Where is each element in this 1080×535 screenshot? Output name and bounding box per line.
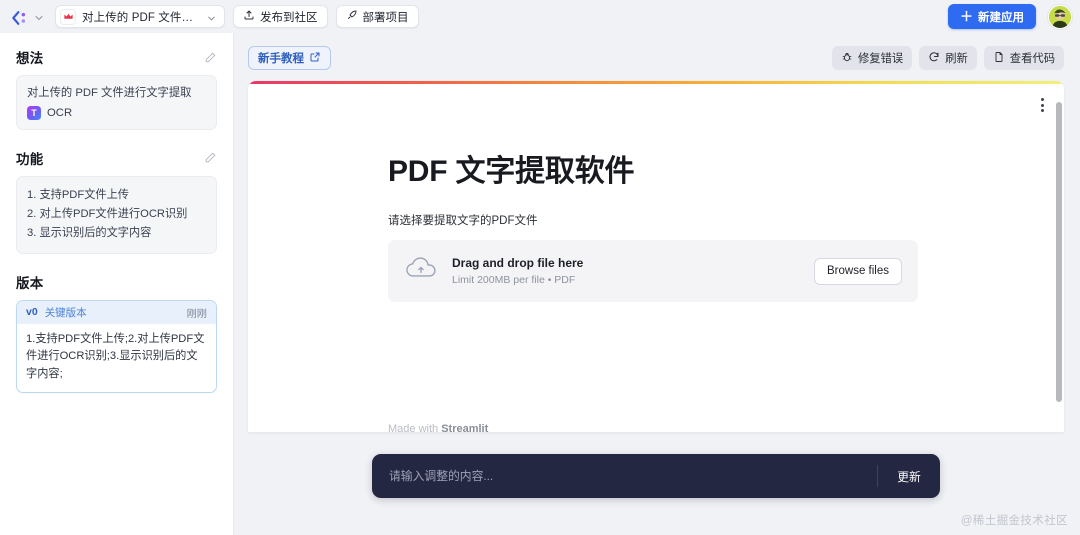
main-body: 想法 对上传的 PDF 文件进行文字提取 T OCR 功能 [0, 33, 1080, 535]
sidebar: 想法 对上传的 PDF 文件进行文字提取 T OCR 功能 [0, 33, 234, 535]
refresh-label: 刷新 [945, 50, 968, 66]
made-with-streamlit: Made with Streamlit [388, 423, 488, 432]
idea-card: 对上传的 PDF 文件进行文字提取 T OCR [16, 75, 217, 130]
file-code-icon [993, 51, 1005, 66]
browse-files-button[interactable]: Browse files [814, 258, 902, 285]
bug-icon [841, 51, 853, 66]
idea-tag-label: OCR [47, 107, 72, 119]
external-link-icon [309, 51, 321, 66]
uploader-texts: Drag and drop file here Limit 200MB per … [452, 254, 800, 288]
rocket-icon [346, 9, 358, 24]
cloud-upload-icon [404, 254, 438, 288]
streamlit-app-content: PDF 文字提取软件 请选择要提取文字的PDF文件 Drag and drop … [248, 84, 1064, 302]
preview-scrollbar[interactable] [1056, 102, 1062, 402]
prompt-bar: 更新 [372, 454, 940, 498]
pencil-icon[interactable] [204, 51, 217, 64]
app-preview-frame: PDF 文字提取软件 请选择要提取文字的PDF文件 Drag and drop … [248, 81, 1064, 432]
streamlit-brand: Streamlit [441, 423, 488, 432]
page-subtitle: 请选择要提取文字的PDF文件 [388, 212, 1064, 228]
preview-toolbar: 新手教程 修复错误 刷新 [248, 45, 1064, 71]
app-root: 对上传的 PDF 文件进行... 发布到社区 部署项目 ＋ 新建应用 [0, 0, 1080, 535]
app-tab[interactable]: 对上传的 PDF 文件进行... [55, 5, 225, 28]
made-with-prefix: Made with [388, 423, 441, 432]
uploader-sub-text: Limit 200MB per file • PDF [452, 272, 800, 288]
publish-to-community-button[interactable]: 发布到社区 [233, 5, 328, 28]
idea-section-title: 想法 [16, 47, 43, 67]
tutorial-button-label: 新手教程 [258, 50, 304, 66]
features-card: 1. 支持PDF文件上传 2. 对上传PDF文件进行OCR识别 3. 显示识别后… [16, 176, 217, 254]
features-section-title: 功能 [16, 148, 43, 168]
features-list: 1. 支持PDF文件上传 2. 对上传PDF文件进行OCR识别 3. 显示识别后… [27, 186, 206, 244]
fix-errors-button[interactable]: 修复错误 [832, 46, 912, 70]
fix-errors-label: 修复错误 [858, 50, 903, 66]
list-item: 2. 对上传PDF文件进行OCR识别 [27, 205, 206, 224]
chevron-down-icon[interactable] [206, 11, 217, 22]
file-uploader[interactable]: Drag and drop file here Limit 200MB per … [388, 240, 918, 302]
idea-tag: T OCR [27, 106, 206, 120]
new-app-button[interactable]: ＋ 新建应用 [948, 4, 1036, 29]
view-code-label: 查看代码 [1010, 50, 1055, 66]
list-item: 1. 支持PDF文件上传 [27, 186, 206, 205]
versions-section-header: 版本 [16, 272, 217, 292]
update-button[interactable]: 更新 [878, 468, 940, 485]
version-timestamp: 刚刚 [187, 305, 207, 320]
deploy-project-button[interactable]: 部署项目 [336, 5, 419, 28]
uploader-main-text: Drag and drop file here [452, 254, 800, 272]
pencil-icon[interactable] [204, 151, 217, 164]
version-card[interactable]: v0 关键版本 刚刚 1.支持PDF文件上传;2.对上传PDF文件进行OCR识别… [16, 300, 217, 393]
new-app-button-label: 新建应用 [978, 9, 1024, 25]
version-number: v0 [26, 306, 38, 318]
versions-section-title: 版本 [16, 272, 43, 292]
top-bar: 对上传的 PDF 文件进行... 发布到社区 部署项目 ＋ 新建应用 [0, 0, 1080, 33]
prompt-bar-wrapper: 更新 [248, 432, 1064, 506]
plus-icon: ＋ [960, 10, 973, 23]
preview-viewport: PDF 文字提取软件 请选择要提取文字的PDF文件 Drag and drop … [248, 84, 1064, 432]
refresh-icon [928, 51, 940, 66]
features-section-header: 功能 [16, 148, 217, 168]
deploy-button-label: 部署项目 [363, 9, 409, 25]
t-badge-icon: T [27, 106, 41, 120]
main-panel: 新手教程 修复错误 刷新 [234, 33, 1080, 535]
refresh-button[interactable]: 刷新 [919, 46, 977, 70]
chevron-down-icon[interactable] [33, 11, 45, 23]
status-badge: 关键版本 [45, 305, 87, 320]
version-card-header: v0 关键版本 刚刚 [17, 301, 216, 324]
page-title: PDF 文字提取软件 [388, 146, 1064, 190]
app-tab-title: 对上传的 PDF 文件进行... [82, 9, 200, 25]
tutorial-button[interactable]: 新手教程 [248, 46, 331, 70]
list-item: 3. 显示识别后的文字内容 [27, 224, 206, 243]
idea-section-header: 想法 [16, 47, 217, 67]
crown-icon [60, 9, 76, 25]
publish-button-label: 发布到社区 [260, 9, 318, 25]
more-vertical-icon[interactable] [1034, 96, 1050, 114]
prompt-input[interactable] [389, 469, 877, 483]
user-avatar[interactable] [1048, 5, 1072, 29]
watermark: @稀土掘金技术社区 [961, 512, 1068, 528]
version-summary: 1.支持PDF文件上传;2.对上传PDF文件进行OCR识别;3.显示识别后的文字… [17, 324, 216, 392]
upload-icon [243, 9, 255, 24]
chevron-dots-logo-icon [10, 8, 30, 26]
idea-text: 对上传的 PDF 文件进行文字提取 [27, 85, 206, 102]
brand-logo-group[interactable] [8, 8, 47, 26]
view-code-button[interactable]: 查看代码 [984, 46, 1064, 70]
